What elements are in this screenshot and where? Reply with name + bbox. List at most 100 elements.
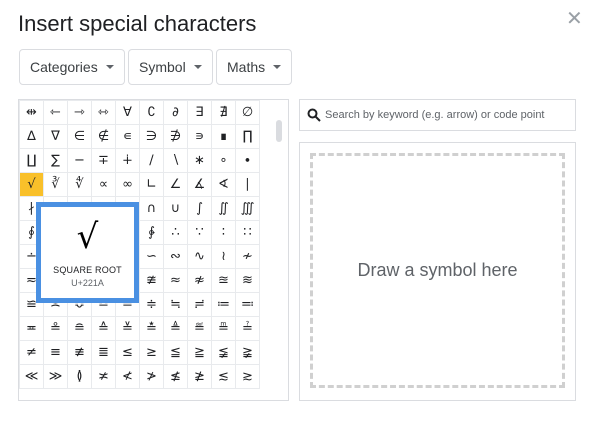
grid-cell[interactable]: ∃	[187, 100, 212, 125]
grid-cell[interactable]: ∊	[115, 124, 140, 149]
grid-cell[interactable]: −	[67, 148, 92, 173]
grid-cell[interactable]: ≫	[43, 364, 68, 389]
grid-cell[interactable]: ∔	[115, 148, 140, 173]
grid-cell[interactable]: ≊	[211, 268, 236, 293]
grid-cell[interactable]: ∐	[19, 148, 44, 173]
grid-cell[interactable]: ≰	[163, 364, 188, 389]
grid-cell[interactable]: ∟	[139, 172, 164, 197]
grid-cell[interactable]: ≢	[67, 340, 92, 365]
grid-cell[interactable]: ≖	[19, 316, 44, 341]
grid-cell[interactable]: ≋	[235, 268, 260, 293]
grid-cell[interactable]: ∷	[235, 220, 260, 245]
grid-cell[interactable]: ∽	[139, 244, 164, 269]
grid-cell[interactable]: ≞	[211, 316, 236, 341]
grid-cell[interactable]: ≜	[163, 316, 188, 341]
grid-scrollbar[interactable]	[276, 120, 282, 142]
grid-cell[interactable]: ∡	[187, 172, 212, 197]
grid-cell[interactable]: ∍	[187, 124, 212, 149]
grid-cell[interactable]: ≯	[139, 364, 164, 389]
grid-cell[interactable]: ≳	[235, 364, 260, 389]
grid-cell[interactable]: ∂	[163, 100, 188, 125]
grid-cell[interactable]: ∭	[235, 196, 260, 221]
grid-cell[interactable]: ≡	[43, 340, 68, 365]
grid-cell[interactable]: ≮	[115, 364, 140, 389]
grid-cell[interactable]: ⇿	[91, 100, 116, 125]
grid-cell[interactable]: ∬	[211, 196, 236, 221]
grid-cell[interactable]: ≧	[187, 340, 212, 365]
grid-cell[interactable]: ∪	[163, 196, 188, 221]
grid-cell[interactable]: ≓	[187, 292, 212, 317]
grid-cell[interactable]: ∗	[187, 148, 212, 173]
grid-cell[interactable]: ≥	[139, 340, 164, 365]
grid-cell[interactable]: ≪	[19, 364, 44, 389]
grid-cell[interactable]: ∣	[235, 172, 260, 197]
grid-cell[interactable]: ⇽	[43, 100, 68, 125]
grid-cell[interactable]: ∜	[67, 172, 92, 197]
grid-cell[interactable]: ≤	[115, 340, 140, 365]
grid-cell[interactable]: ≲	[211, 364, 236, 389]
grid-cell[interactable]: ≉	[187, 268, 212, 293]
grid-cell[interactable]: ∢	[211, 172, 236, 197]
grid-cell[interactable]: ∓	[91, 148, 116, 173]
grid-cell[interactable]: ≀	[211, 244, 236, 269]
symbol-dropdown[interactable]: Symbol	[128, 49, 213, 85]
grid-cell[interactable]: ∙	[235, 148, 260, 173]
categories-dropdown[interactable]: Categories	[19, 49, 125, 85]
grid-cell[interactable]: ∑	[43, 148, 68, 173]
grid-cell[interactable]: ≑	[139, 292, 164, 317]
grid-cell[interactable]: ≠	[19, 340, 44, 365]
search-box[interactable]	[299, 99, 576, 131]
grid-cell[interactable]: ≇	[139, 268, 164, 293]
grid-cell[interactable]: ≝	[187, 316, 212, 341]
grid-cell[interactable]: ⇹	[19, 100, 44, 125]
grid-cell[interactable]: ≚	[115, 316, 140, 341]
grid-cell[interactable]: ∶	[211, 220, 236, 245]
grid-cell[interactable]: ∏	[235, 124, 260, 149]
grid-cell[interactable]: ≨	[211, 340, 236, 365]
grid-cell[interactable]: ∫	[187, 196, 212, 221]
grid-cell[interactable]: ≭	[91, 364, 116, 389]
grid-cell[interactable]: ≁	[235, 244, 260, 269]
grid-cell[interactable]: ≒	[163, 292, 188, 317]
grid-cell[interactable]: ∎	[211, 124, 236, 149]
grid-cell[interactable]: ∆	[19, 124, 44, 149]
grid-cell[interactable]: ∕	[139, 148, 164, 173]
grid-cell[interactable]: ∄	[211, 100, 236, 125]
close-icon[interactable]: ✕	[566, 9, 583, 29]
grid-cell[interactable]: ≗	[43, 316, 68, 341]
grid-cell[interactable]: ∌	[163, 124, 188, 149]
grid-cell[interactable]: ∿	[187, 244, 212, 269]
grid-cell[interactable]: ≩	[235, 340, 260, 365]
grid-cell[interactable]: ⇾	[67, 100, 92, 125]
grid-cell[interactable]: ∞	[115, 172, 140, 197]
grid-cell[interactable]: ∳	[139, 220, 164, 245]
grid-cell[interactable]: ∛	[43, 172, 68, 197]
maths-dropdown[interactable]: Maths	[216, 49, 293, 85]
grid-cell[interactable]: ∾	[163, 244, 188, 269]
grid-cell[interactable]: ≟	[235, 316, 260, 341]
grid-cell[interactable]: ∉	[91, 124, 116, 149]
grid-cell[interactable]: ∘	[211, 148, 236, 173]
grid-cell[interactable]: ≱	[187, 364, 212, 389]
grid-cell[interactable]: ≦	[163, 340, 188, 365]
grid-cell[interactable]: ∈	[67, 124, 92, 149]
grid-cell[interactable]: ∖	[163, 148, 188, 173]
grid-cell[interactable]: ∋	[139, 124, 164, 149]
grid-cell[interactable]: ≔	[211, 292, 236, 317]
search-input[interactable]	[325, 109, 570, 121]
draw-area[interactable]: Draw a symbol here	[310, 153, 565, 388]
grid-cell[interactable]: √	[19, 172, 44, 197]
grid-cell[interactable]: ∁	[139, 100, 164, 125]
grid-cell[interactable]: ∀	[115, 100, 140, 125]
grid-cell[interactable]: ≙	[91, 316, 116, 341]
grid-cell[interactable]: ∴	[163, 220, 188, 245]
grid-cell[interactable]: ∵	[187, 220, 212, 245]
grid-cell[interactable]: ∠	[163, 172, 188, 197]
grid-cell[interactable]: ∇	[43, 124, 68, 149]
grid-cell[interactable]: ≕	[235, 292, 260, 317]
grid-cell[interactable]: ≛	[139, 316, 164, 341]
grid-cell[interactable]: ≈	[163, 268, 188, 293]
grid-cell[interactable]: ∩	[139, 196, 164, 221]
grid-cell[interactable]: ≬	[67, 364, 92, 389]
grid-cell[interactable]: ∅	[235, 100, 260, 125]
